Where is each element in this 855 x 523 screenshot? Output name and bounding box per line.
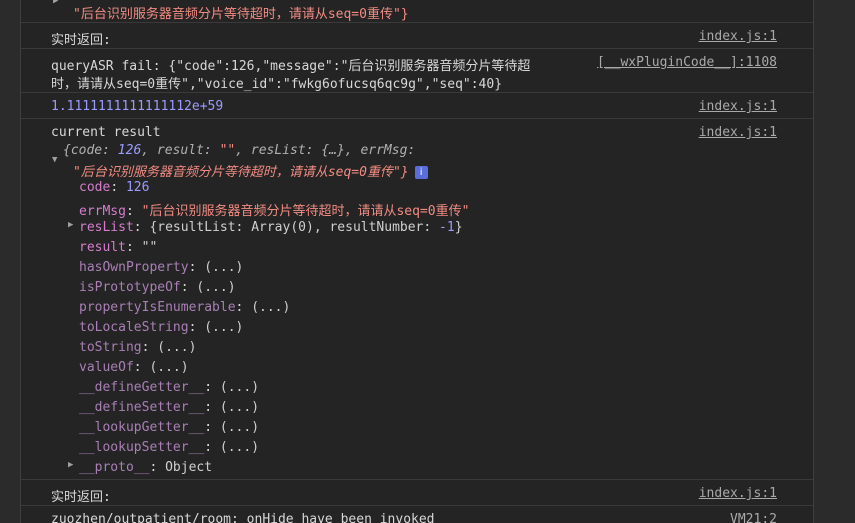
prop-row-proto[interactable]: __proto__: Object [79,460,212,475]
partial-string: "后台识别服务器音频分片等待超时，请请从seq=0重传"} [73,7,409,22]
expand-triangle-icon[interactable]: ▶ [68,460,73,470]
source-link[interactable]: index.js:1 [699,29,777,44]
console-message: queryASR fail: {"code":126,"message":"后台… [21,49,813,93]
message-number: 1.1111111111111112e+59 [51,99,224,114]
prop-row-result: result: "" [79,240,158,255]
message-text: 实时返回: [51,490,111,505]
object-summary-line1[interactable]: {code: 126, result: "", resList: {…}, er… [63,143,415,158]
message-text-line2: 时，请请从seq=0重传","voice_id":"fwkg6ofucsq6qc… [51,77,503,92]
console-message: 实时返回: index.js:1 [21,480,813,506]
source-link[interactable]: VM21:2 [730,512,777,523]
prop-row-lookupsetter[interactable]: __lookupSetter__: (...) [79,440,259,455]
console-message-partial: ▶ "后台识别服务器音频分片等待超时，请请从seq=0重传"} [21,0,813,23]
message-text: current result [51,125,161,140]
prop-row-lookupgetter[interactable]: __lookupGetter__: (...) [79,420,259,435]
prop-row-definegetter[interactable]: __defineGetter__: (...) [79,380,259,395]
object-summary-line2: "后台识别服务器音频分片等待超时，请请从seq=0重传"} i [73,161,428,180]
source-link[interactable]: [__wxPluginCode__]:1108 [597,55,777,70]
prop-row-definesetter[interactable]: __defineSetter__: (...) [79,400,259,415]
prop-row-tostring[interactable]: toString: (...) [79,340,196,355]
right-panel [813,0,855,523]
left-gutter [0,0,21,523]
source-link[interactable]: index.js:1 [699,99,777,114]
expand-triangle-icon[interactable]: ▶ [68,220,73,230]
console-message: zuozhen/outpatient/room: onHide have bee… [21,506,813,523]
prop-row-hasownproperty[interactable]: hasOwnProperty: (...) [79,260,243,275]
source-link[interactable]: index.js:1 [699,486,777,501]
prop-row-isprototypeof[interactable]: isPrototypeOf: (...) [79,280,236,295]
message-text-line1: queryASR fail: {"code":126,"message":"后台… [51,59,531,74]
prop-row-errmsg: errMsg: "后台识别服务器音频分片等待超时，请请从seq=0重传" [79,204,470,219]
prop-row-tolocalestring[interactable]: toLocaleString: (...) [79,320,243,335]
source-link[interactable]: index.js:1 [699,125,777,140]
prop-row-propertyisenumerable[interactable]: propertyIsEnumerable: (...) [79,300,290,315]
console-panel: ▶ "后台识别服务器音频分片等待超时，请请从seq=0重传"} 实时返回: in… [21,0,813,523]
prop-row-valueof[interactable]: valueOf: (...) [79,360,189,375]
expand-triangle-icon[interactable]: ▶ [53,0,58,6]
info-icon[interactable]: i [414,166,428,179]
prop-row-reslist[interactable]: resList: {resultList: Array(0), resultNu… [79,220,463,235]
collapse-triangle-icon[interactable]: ▼ [52,155,57,165]
message-text: zuozhen/outpatient/room: onHide have bee… [51,512,435,523]
console-message: 1.1111111111111112e+59 index.js:1 [21,93,813,119]
prop-row-code: code: 126 [79,180,150,195]
console-message: 实时返回: index.js:1 [21,23,813,49]
message-text: 实时返回: [51,33,111,48]
console-message-object: current result index.js:1 ▼ {code: 126, … [21,119,813,480]
